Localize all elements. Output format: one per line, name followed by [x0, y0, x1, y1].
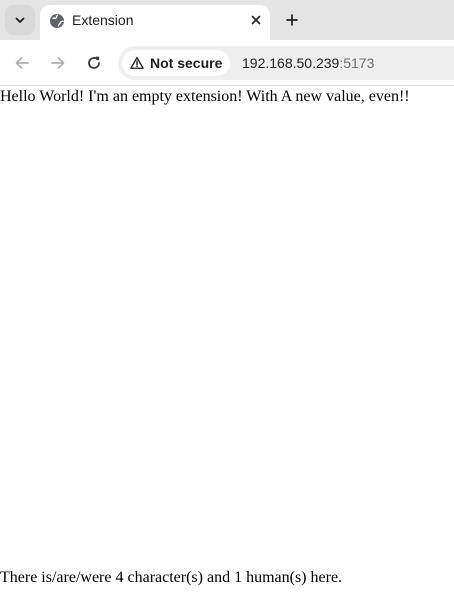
reload-icon [88, 56, 100, 69]
security-indicator[interactable]: Not secure [122, 50, 230, 76]
url-port: :5173 [339, 55, 375, 71]
globe-icon [50, 14, 64, 28]
tab-title: Extension [72, 12, 134, 28]
forward-button[interactable] [46, 51, 70, 75]
plus-icon [286, 14, 298, 26]
url-text[interactable]: 192.168.50.239:5173 [242, 54, 374, 72]
browser-toolbar: Not secure 192.168.50.239:5173 [0, 40, 454, 86]
arrow-left-icon [15, 57, 29, 69]
arrow-right-icon [51, 57, 65, 69]
greeting-text: Hello World! I'm an empty extension! Wit… [0, 88, 410, 105]
address-bar[interactable]: Not secure 192.168.50.239:5173 [118, 46, 454, 80]
tab-search-button[interactable] [5, 5, 35, 35]
reload-button[interactable] [82, 51, 106, 75]
page-viewport: Hello World! I'm an empty extension! Wit… [0, 87, 454, 600]
tab-close-button[interactable] [248, 12, 264, 28]
chevron-down-icon [15, 17, 25, 23]
url-host: 192.168.50.239 [242, 55, 340, 71]
back-button[interactable] [10, 51, 34, 75]
tab-strip: Extension [0, 0, 454, 40]
close-icon [251, 15, 261, 25]
security-label: Not secure [150, 55, 223, 71]
warning-icon [130, 56, 144, 69]
footer-text: There is/are/were 4 character(s) and 1 h… [0, 569, 343, 586]
active-tab[interactable]: Extension [40, 5, 270, 40]
new-tab-button[interactable] [280, 8, 304, 32]
